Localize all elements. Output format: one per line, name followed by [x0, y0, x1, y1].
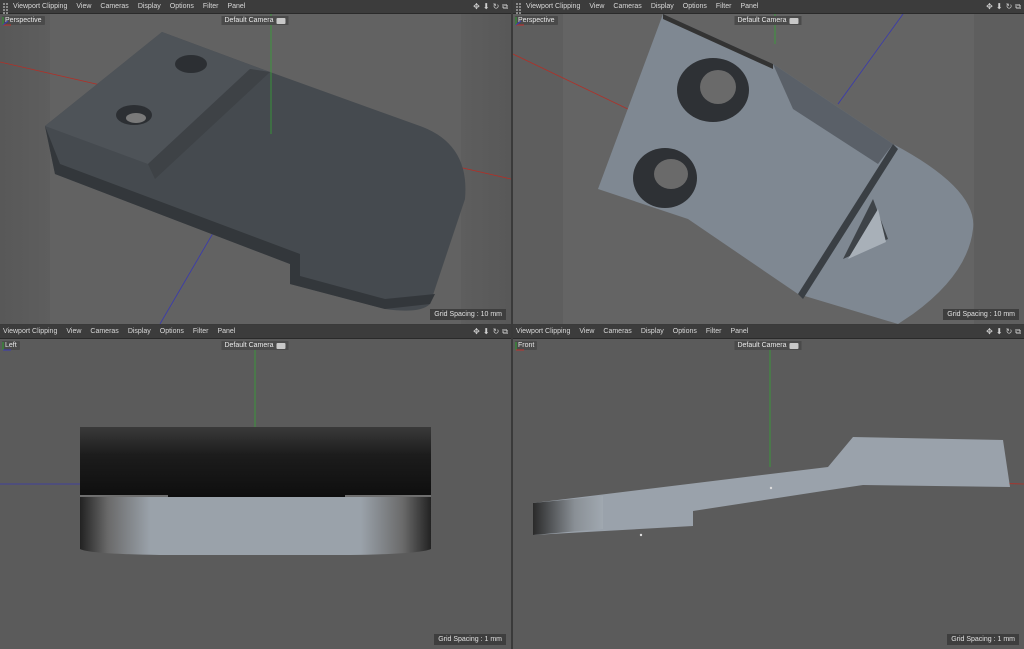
menu-filter[interactable]: Filter: [706, 328, 722, 335]
menu-options[interactable]: Options: [160, 328, 184, 335]
camera-selector[interactable]: Default Camera: [221, 16, 289, 25]
menu-viewport-clipping[interactable]: Viewport Clipping: [526, 3, 580, 10]
menu-options[interactable]: Options: [170, 3, 194, 10]
camera-icon: [789, 17, 799, 24]
camera-icon: [276, 17, 286, 24]
viewport-canvas[interactable]: Left Default Camera Grid Spacing : 1 mm: [0, 339, 511, 649]
panel-grip-icon[interactable]: [3, 3, 10, 17]
camera-selector[interactable]: Default Camera: [734, 341, 802, 350]
down-arrow-icon[interactable]: ⬇: [996, 327, 1003, 336]
move-icon[interactable]: ✥: [986, 2, 993, 11]
viewport-canvas[interactable]: Front Default Camera Grid Spacing : 1 mm: [513, 339, 1024, 649]
menu-display[interactable]: Display: [138, 3, 161, 10]
grid-spacing-label: Grid Spacing : 1 mm: [434, 634, 506, 645]
axis-indicator-icon: [515, 342, 524, 351]
camera-icon: [276, 342, 286, 349]
menu-view[interactable]: View: [76, 3, 91, 10]
grid-spacing-label: Grid Spacing : 10 mm: [943, 309, 1019, 320]
camera-label: Default Camera: [224, 17, 274, 24]
rotate-icon[interactable]: ↻: [1006, 327, 1013, 336]
menu-panel[interactable]: Panel: [730, 328, 748, 335]
move-icon[interactable]: ✥: [986, 327, 993, 336]
menu-viewport-clipping[interactable]: Viewport Clipping: [3, 328, 57, 335]
scene-3d: [513, 14, 1024, 324]
move-icon[interactable]: ✥: [473, 327, 480, 336]
axis-indicator-icon: [2, 342, 11, 351]
down-arrow-icon[interactable]: ⬇: [483, 2, 490, 11]
viewport-perspective-1[interactable]: Viewport Clipping View Cameras Display O…: [0, 0, 511, 324]
maximize-icon[interactable]: ⧉: [502, 2, 508, 11]
scene-3d: [0, 339, 511, 649]
camera-label: Default Camera: [224, 342, 274, 349]
panel-grip-icon[interactable]: [516, 3, 523, 17]
menu-viewport-clipping[interactable]: Viewport Clipping: [13, 3, 67, 10]
maximize-icon[interactable]: ⧉: [1015, 327, 1021, 336]
menu-options[interactable]: Options: [673, 328, 697, 335]
menu-viewport-clipping[interactable]: Viewport Clipping: [516, 328, 570, 335]
camera-selector[interactable]: Default Camera: [221, 341, 289, 350]
down-arrow-icon[interactable]: ⬇: [996, 2, 1003, 11]
camera-selector[interactable]: Default Camera: [734, 16, 802, 25]
rotate-icon[interactable]: ↻: [493, 2, 500, 11]
menu-view[interactable]: View: [579, 328, 594, 335]
menu-filter[interactable]: Filter: [716, 3, 732, 10]
menu-display[interactable]: Display: [651, 3, 674, 10]
camera-label: Default Camera: [737, 17, 787, 24]
viewport-menubar: Viewport Clipping View Cameras Display O…: [0, 0, 511, 17]
rotate-icon[interactable]: ↻: [493, 327, 500, 336]
menu-cameras[interactable]: Cameras: [603, 328, 631, 335]
scene-3d: [0, 14, 511, 324]
viewport-canvas[interactable]: Perspective Default Camera Grid Spacing …: [513, 14, 1024, 324]
axis-indicator-icon: [515, 17, 524, 26]
menu-options[interactable]: Options: [683, 3, 707, 10]
move-icon[interactable]: ✥: [473, 2, 480, 11]
axis-indicator-icon: [2, 17, 11, 26]
viewport-canvas[interactable]: Perspective Default Camera Grid Spacing …: [0, 14, 511, 324]
menu-cameras[interactable]: Cameras: [100, 3, 128, 10]
menu-panel[interactable]: Panel: [740, 3, 758, 10]
menu-panel[interactable]: Panel: [217, 328, 235, 335]
scene-3d: [513, 339, 1024, 649]
viewport-menubar: Viewport Clipping View Cameras Display O…: [513, 0, 1024, 17]
viewport-perspective-2[interactable]: Viewport Clipping View Cameras Display O…: [513, 0, 1024, 324]
grid-spacing-label: Grid Spacing : 1 mm: [947, 634, 1019, 645]
menu-cameras[interactable]: Cameras: [613, 3, 641, 10]
viewport-menubar: Viewport Clipping View Cameras Display O…: [513, 325, 1024, 339]
menu-panel[interactable]: Panel: [227, 3, 245, 10]
camera-label: Default Camera: [737, 342, 787, 349]
menu-display[interactable]: Display: [641, 328, 664, 335]
viewport-left[interactable]: Viewport Clipping View Cameras Display O…: [0, 325, 511, 649]
viewport-front[interactable]: Viewport Clipping View Cameras Display O…: [513, 325, 1024, 649]
camera-icon: [789, 342, 799, 349]
viewport-menubar: Viewport Clipping View Cameras Display O…: [0, 325, 511, 339]
rotate-icon[interactable]: ↻: [1006, 2, 1013, 11]
menu-filter[interactable]: Filter: [193, 328, 209, 335]
menu-filter[interactable]: Filter: [203, 3, 219, 10]
grid-spacing-label: Grid Spacing : 10 mm: [430, 309, 506, 320]
menu-cameras[interactable]: Cameras: [90, 328, 118, 335]
menu-view[interactable]: View: [66, 328, 81, 335]
menu-view[interactable]: View: [589, 3, 604, 10]
maximize-icon[interactable]: ⧉: [1015, 2, 1021, 11]
menu-display[interactable]: Display: [128, 328, 151, 335]
down-arrow-icon[interactable]: ⬇: [483, 327, 490, 336]
maximize-icon[interactable]: ⧉: [502, 327, 508, 336]
